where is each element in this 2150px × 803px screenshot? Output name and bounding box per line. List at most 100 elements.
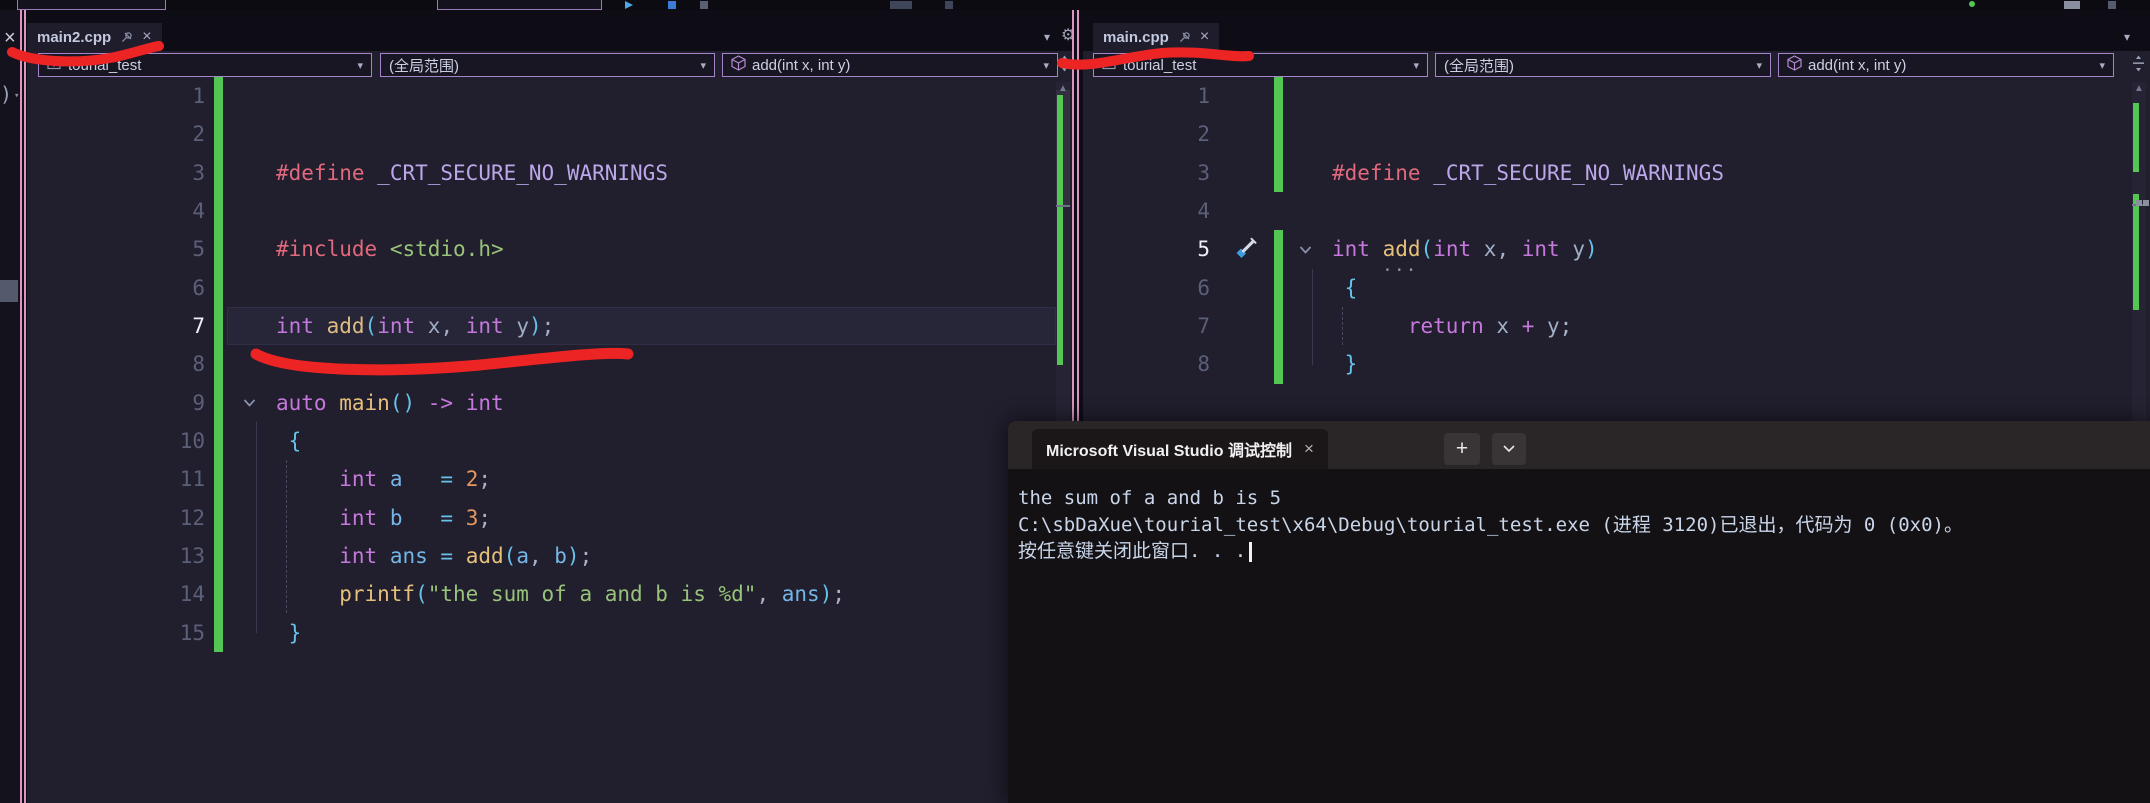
code-token [402, 499, 440, 537]
inline-hint-dots[interactable]: ··· [1382, 260, 1418, 281]
code-token: x [428, 307, 441, 345]
code-token: int [276, 307, 314, 345]
tab-main2-cpp[interactable]: main2.cpp × [27, 23, 162, 51]
code-editor[interactable]: #define _CRT_SECURE_NO_WARNINGSint add(i… [1083, 77, 2150, 384]
console-output[interactable]: the sum of a and b is 5 C:\sbDaXue\touri… [1008, 469, 2150, 803]
code-line[interactable]: #include <stdio.h> [27, 230, 1072, 268]
code-line[interactable] [1083, 192, 2150, 230]
code-line[interactable] [27, 115, 1072, 153]
method-cube-icon [1787, 55, 1802, 75]
code-token: add [327, 307, 365, 345]
split-editor-handle[interactable] [1057, 55, 1072, 77]
scrollbar-thumb[interactable] [0, 280, 18, 302]
code-line[interactable] [27, 192, 1072, 230]
code-token [1421, 154, 1434, 192]
member-name: add(int x, int y) [1808, 57, 1906, 74]
tab-bar: main.cpp × [1083, 10, 2150, 51]
code-line[interactable] [27, 77, 1072, 115]
code-token: ( [365, 307, 378, 345]
console-line: 按任意键关闭此窗口. . . [1018, 538, 2150, 565]
member-dropdown[interactable]: add(int x, int y) ▾ [1778, 53, 2114, 77]
code-token: int [1433, 230, 1471, 268]
code-line[interactable]: int ans = add(a, b); [27, 537, 1072, 575]
code-token: <stdio.h> [390, 230, 504, 268]
code-line[interactable]: int b = 3; [27, 499, 1072, 537]
code-token: ; [1560, 307, 1573, 345]
close-icon[interactable]: × [1200, 29, 1209, 45]
tab-main-cpp[interactable]: main.cpp × [1093, 23, 1219, 51]
project-dropdown[interactable]: tourial_test ▾ [38, 53, 372, 77]
code-line[interactable]: return x + y; [1083, 307, 2150, 345]
code-token: int [339, 460, 377, 498]
code-line[interactable] [27, 345, 1072, 383]
console-tab-title: Microsoft Visual Studio 调试控制 [1046, 437, 1292, 461]
code-editor[interactable]: #define _CRT_SECURE_NO_WARNINGS #include … [27, 77, 1072, 652]
code-token [453, 537, 466, 575]
code-line[interactable]: printf("the sum of a and b is %d", ans); [27, 575, 1072, 613]
split-editor-handle[interactable] [2131, 55, 2146, 77]
code-token: b [554, 537, 567, 575]
close-icon[interactable]: × [1304, 439, 1314, 459]
console-line: C:\sbDaXue\tourial_test\x64\Debug\touria… [1018, 512, 2150, 539]
console-prompt-text: 按任意键关闭此窗口. . . [1018, 540, 1246, 562]
pane-separator [20, 10, 22, 803]
code-token: } [276, 614, 301, 652]
code-line[interactable]: #define _CRT_SECURE_NO_WARNINGS [27, 154, 1072, 192]
code-token: int [377, 307, 415, 345]
project-name: tourial_test [1123, 57, 1196, 74]
tab-title: main2.cpp [37, 29, 111, 46]
code-token: ; [478, 460, 491, 498]
code-token [415, 384, 428, 422]
code-line[interactable] [1083, 115, 2150, 153]
toolbar-fragment [17, 0, 166, 10]
fold-chevron-icon[interactable] [240, 397, 276, 408]
code-token [415, 307, 428, 345]
code-token: y [516, 307, 529, 345]
code-line[interactable]: } [1083, 345, 2150, 383]
project-dropdown[interactable]: tourial_test ▾ [1093, 53, 1428, 77]
debug-console-window: Microsoft Visual Studio 调试控制 × + the sum… [1008, 421, 2150, 803]
code-line[interactable]: int add(int x, int y); [27, 307, 1072, 345]
member-dropdown[interactable]: add(int x, int y) ▾ [722, 53, 1058, 77]
code-token: { [276, 422, 301, 460]
code-line[interactable]: int a = 2; [27, 460, 1072, 498]
code-token: + [1522, 307, 1535, 345]
status-dot-icon [1969, 1, 1975, 7]
tab-bar: main2.cpp × [27, 10, 1072, 51]
code-token: ; [832, 575, 845, 613]
console-tab[interactable]: Microsoft Visual Studio 调试控制 × [1032, 429, 1328, 469]
code-token: 2 [466, 460, 479, 498]
code-token: b [390, 499, 403, 537]
navigation-bar: tourial_test ▾ (全局范围) ▾ add(int x, int y… [1083, 52, 2150, 78]
code-line[interactable] [1083, 77, 2150, 115]
code-line[interactable]: { [1083, 269, 2150, 307]
code-line[interactable]: #define _CRT_SECURE_NO_WARNINGS [1083, 154, 2150, 192]
terminal-list-button[interactable] [1492, 433, 1526, 465]
document-dropdown-icon[interactable]: ▾ [1044, 31, 1050, 43]
paren-glyph: ) [0, 82, 12, 106]
scope-dropdown[interactable]: (全局范围) ▾ [380, 53, 715, 77]
code-line[interactable]: { [27, 422, 1072, 460]
quick-actions-screwdriver-icon[interactable] [1233, 236, 1259, 267]
code-line[interactable]: } [27, 614, 1072, 652]
code-token [377, 460, 390, 498]
close-icon[interactable]: × [142, 29, 151, 45]
code-token: main [339, 384, 390, 422]
code-line[interactable]: auto main() -> int [27, 384, 1072, 422]
collapsed-pane-handle[interactable]: )▾ [0, 82, 19, 106]
new-terminal-button[interactable]: + [1444, 433, 1480, 465]
toolbar-icon [700, 1, 708, 9]
code-token: ) [567, 537, 580, 575]
code-token [1332, 307, 1408, 345]
code-token: ans [390, 537, 428, 575]
code-line[interactable] [27, 269, 1072, 307]
document-dropdown-icon[interactable]: ▾ [2124, 31, 2130, 43]
pin-icon[interactable] [1178, 31, 1191, 44]
scope-dropdown[interactable]: (全局范围) ▾ [1435, 53, 1771, 77]
code-token: y [1547, 307, 1560, 345]
pin-icon[interactable] [120, 31, 133, 44]
fold-chevron-icon[interactable] [1296, 244, 1332, 255]
close-icon[interactable]: × [4, 28, 16, 48]
code-token: a [516, 537, 529, 575]
toolbar-icon [2108, 1, 2116, 9]
